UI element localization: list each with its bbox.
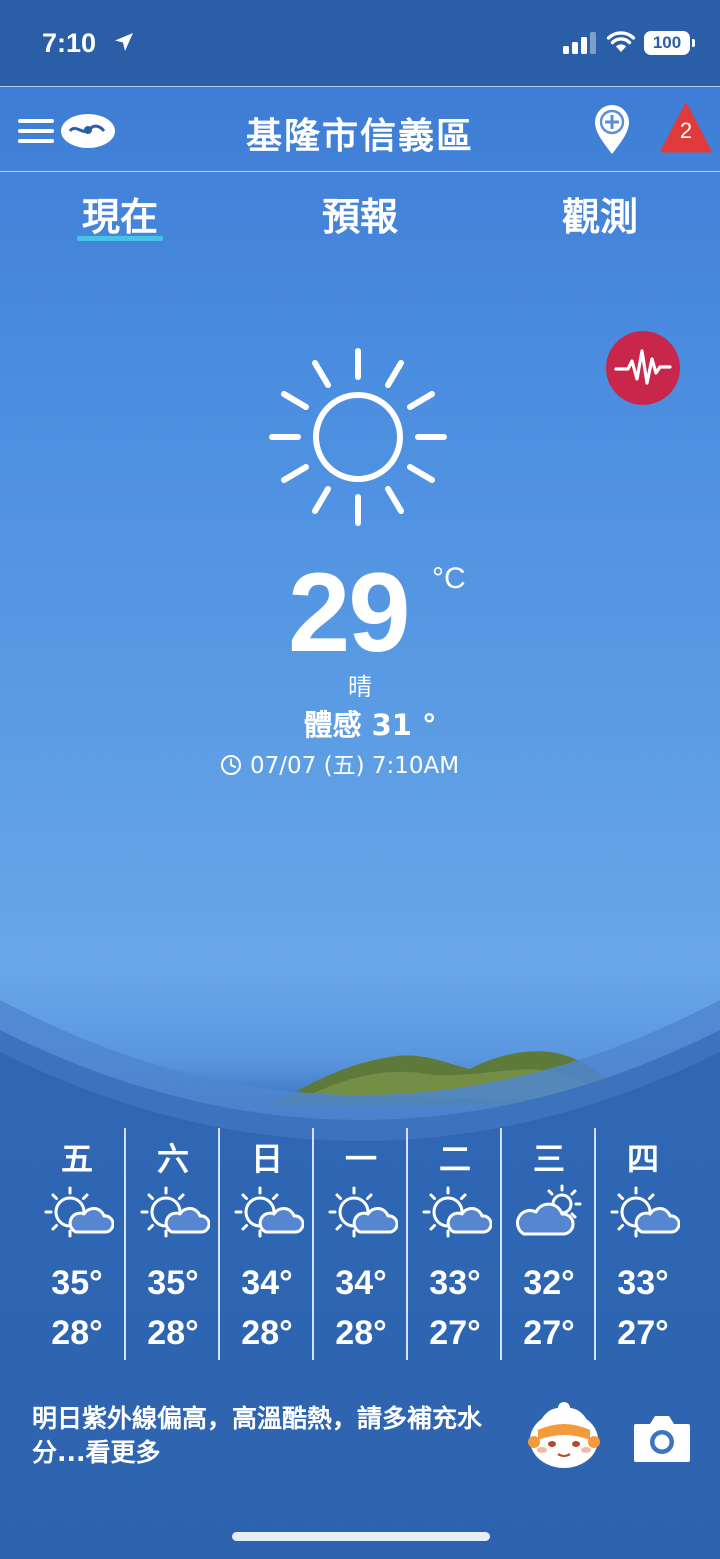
tab-now[interactable]: 現在 (60, 186, 180, 241)
forecast-high: 34° (335, 1264, 387, 1302)
earthquake-button[interactable] (606, 331, 680, 405)
status-bar: 7:10 100 (0, 0, 720, 86)
sun-cloud-icon (328, 1186, 398, 1238)
forecast-day[interactable]: 三 32° 27° (500, 1128, 594, 1360)
feels-like: 體感 31 ° (303, 708, 437, 742)
forecast-high: 35° (147, 1264, 199, 1302)
status-time: 7:10 (42, 28, 97, 58)
mascot-icon[interactable] (524, 1400, 604, 1472)
menu-logo-button[interactable] (18, 111, 116, 151)
sun-cloud-icon (140, 1186, 210, 1238)
forecast-high: 33° (429, 1264, 481, 1302)
camera-icon[interactable] (632, 1410, 692, 1464)
weekly-forecast: 五 35° 28° 六 35° 28° 日 34° 28° 一 34° 28° … (30, 1128, 690, 1360)
forecast-high: 33° (617, 1264, 669, 1302)
tab-bar: 現在 預報 觀測 (0, 180, 720, 250)
forecast-low: 27° (617, 1314, 669, 1352)
sun-cloud-icon (44, 1186, 114, 1238)
location-arrow-icon (115, 33, 133, 51)
forecast-day-name: 日 (250, 1140, 283, 1178)
alert-button[interactable]: 2 (660, 103, 712, 155)
forecast-day-name: 三 (532, 1140, 565, 1178)
forecast-day[interactable]: 六 35° 28° (124, 1128, 218, 1360)
forecast-day-name: 四 (626, 1140, 659, 1178)
location-title[interactable]: 基隆市信義區 (150, 107, 570, 159)
active-tab-indicator (77, 236, 163, 241)
cellular-signal-icon (563, 32, 596, 54)
forecast-low: 28° (147, 1314, 199, 1352)
weather-condition: 晴 (348, 673, 372, 701)
forecast-day[interactable]: 一 34° 28° (312, 1128, 406, 1360)
alert-count: 2 (679, 118, 693, 143)
sun-cloud-icon (610, 1186, 680, 1238)
wifi-icon (606, 31, 636, 52)
observation-time: 07/07 (五) 7:10AM (220, 746, 459, 780)
clock-icon (221, 755, 241, 775)
forecast-low: 28° (335, 1314, 387, 1352)
forecast-low: 27° (523, 1314, 575, 1352)
sun-cloud-icon (422, 1186, 492, 1238)
forecast-day-name: 五 (60, 1140, 93, 1178)
current-temperature: 29 (288, 550, 411, 675)
temperature-unit: °C (432, 562, 466, 595)
add-location-icon[interactable] (592, 103, 632, 157)
forecast-day[interactable]: 日 34° 28° (218, 1128, 312, 1360)
forecast-day[interactable]: 二 33° 27° (406, 1128, 500, 1360)
home-indicator[interactable] (232, 1532, 490, 1541)
forecast-high: 34° (241, 1264, 293, 1302)
forecast-low: 27° (429, 1314, 481, 1352)
forecast-day[interactable]: 四 33° 27° (594, 1128, 688, 1360)
forecast-high: 32° (523, 1264, 575, 1302)
tab-forecast[interactable]: 預報 (300, 186, 420, 241)
observation-time-text: 07/07 (五) 7:10AM (250, 753, 460, 779)
forecast-day-name: 二 (438, 1140, 471, 1178)
cloud-sun-icon (515, 1184, 582, 1236)
forecast-day[interactable]: 五 35° 28° (30, 1128, 124, 1360)
forecast-low: 28° (241, 1314, 293, 1352)
forecast-high: 35° (51, 1264, 103, 1302)
tab-observation[interactable]: 觀測 (540, 186, 660, 241)
sun-cloud-icon (234, 1186, 304, 1238)
app-bar: 基隆市信義區 2 (0, 86, 720, 172)
sun-icon (269, 348, 447, 526)
battery-icon: 100 (644, 31, 695, 55)
forecast-day-name: 一 (344, 1140, 377, 1178)
seismic-wave-icon (614, 349, 672, 385)
forecast-day-name: 六 (156, 1140, 189, 1178)
weather-tip-link[interactable]: 明日紫外線偏高，高溫酷熱，請多補充水分...看更多 (32, 1402, 512, 1470)
forecast-low: 28° (51, 1314, 103, 1352)
